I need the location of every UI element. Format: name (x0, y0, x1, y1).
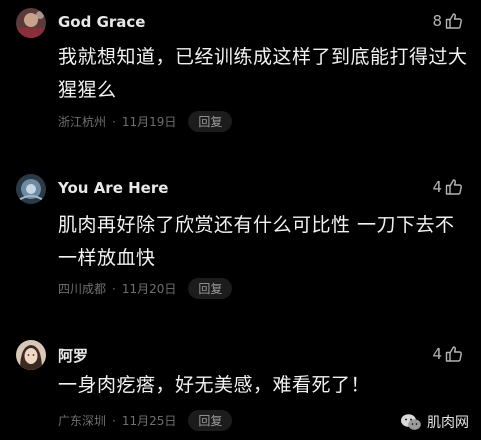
avatar[interactable] (16, 8, 46, 38)
location: 广东深圳 (58, 414, 107, 428)
date: 11月19日 (121, 115, 177, 129)
username[interactable]: God Grace (58, 13, 145, 31)
reply-button[interactable]: 回复 (188, 111, 233, 132)
reply-button[interactable]: 回复 (188, 410, 233, 431)
comment-meta: 四川成都 · 11月20日 回复 (58, 278, 233, 299)
avatar[interactable] (16, 340, 46, 370)
location: 浙江杭州 (58, 115, 107, 129)
comment-text: 肌肉再好除了欣赏还有什么可比性 一刀下去不一样放血快 (58, 214, 455, 269)
thumbs-up-icon (445, 345, 463, 363)
like-count: 4 (432, 178, 442, 196)
date: 11月20日 (121, 282, 177, 296)
like-button[interactable]: 4 (432, 178, 463, 196)
comment-meta: 浙江杭州 · 11月19日 回复 (58, 111, 233, 132)
date: 11月25日 (121, 414, 177, 428)
separator: · (112, 114, 116, 129)
like-button[interactable]: 4 (432, 345, 463, 363)
username[interactable]: 阿罗 (58, 345, 88, 366)
like-button[interactable]: 8 (432, 12, 463, 30)
thumbs-up-icon (445, 178, 463, 196)
comment-text: 我就想知道，已经训练成这样了到底能打得过大猩猩么 (58, 46, 468, 101)
reply-button[interactable]: 回复 (188, 278, 233, 299)
separator: · (112, 413, 116, 428)
separator: · (112, 281, 116, 296)
wechat-icon (400, 413, 422, 431)
username[interactable]: You Are Here (58, 179, 168, 197)
like-count: 8 (432, 12, 442, 30)
comment-meta: 广东深圳 · 11月25日 回复 (58, 410, 233, 431)
thumbs-up-icon (445, 12, 463, 30)
comment-text: 一身肉疙瘩，好无美感，难看死了！ (58, 374, 371, 396)
avatar[interactable] (16, 174, 46, 204)
watermark-label: 肌肉网 (427, 415, 469, 431)
like-count: 4 (432, 345, 442, 363)
location: 四川成都 (58, 282, 107, 296)
watermark: 肌肉网 (400, 412, 469, 432)
